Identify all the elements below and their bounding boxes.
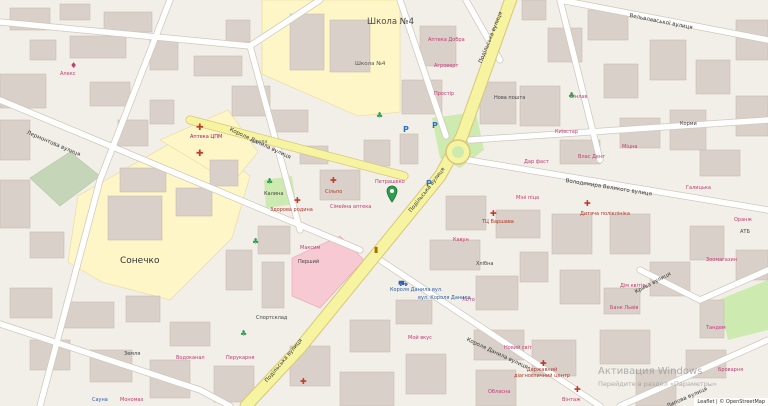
poi-zdorova[interactable]: Здорова родина <box>270 207 313 214</box>
poi-dim-kvitiv[interactable]: Дім квітів <box>620 283 645 290</box>
tree-icon-5: ♣ <box>568 91 576 100</box>
poi-kavun[interactable]: Кавун <box>453 237 469 244</box>
poi-atb[interactable]: АТБ <box>740 229 750 236</box>
poi-dytyacha[interactable]: Дитяча поліклініка <box>580 211 630 218</box>
poi-bus-stop[interactable]: Короля Данила вул. <box>390 287 443 294</box>
parking-icon-3[interactable]: P <box>426 180 432 188</box>
poi-novyi-svit[interactable]: Новий світ <box>504 345 532 352</box>
poi-zoomagazyn[interactable]: Зоомагазин <box>706 257 737 264</box>
windows-activation-subtitle: Перейдите в раздел «Параметры» <box>598 380 717 388</box>
poi-derzh-diagnostic[interactable]: Державний діагностичний центр <box>512 367 572 379</box>
poi-hlibna[interactable]: Хлібна <box>476 261 493 268</box>
poi-pershyi[interactable]: Перший <box>298 259 319 266</box>
bus-icon[interactable]: ⛟ <box>398 280 408 288</box>
poi-apteka-dobr[interactable]: Аптека Добра <box>428 37 465 44</box>
poi-mitsna[interactable]: Міцна <box>622 144 637 151</box>
poi-oblasna[interactable]: Обласна <box>488 389 510 396</box>
school-4-small-label: Школа №4 <box>355 61 386 67</box>
windows-activation-title: Активация Windows <box>598 366 703 377</box>
parking-icon[interactable]: P <box>432 122 438 130</box>
poi-maksym[interactable]: Максим <box>300 245 320 252</box>
pharmacy-icon[interactable]: ✚ <box>196 124 204 133</box>
tree-icon-3: ♣ <box>240 329 248 338</box>
poi-mini-piz[interactable]: Міні піца <box>516 195 539 202</box>
location-pin-icon[interactable] <box>386 185 398 203</box>
doctor-icon-3[interactable]: ✚ <box>540 360 547 368</box>
poi-sauna[interactable]: Сауна <box>92 397 108 404</box>
pharmacy-icon-3[interactable]: ✚ <box>330 177 337 185</box>
poi-galytska[interactable]: Галицька <box>686 185 711 192</box>
pharmacy-icon-4[interactable]: ✚ <box>294 197 301 205</box>
poi-brovarnya[interactable]: Броварня <box>718 367 743 374</box>
poi-kormy[interactable]: Корми <box>680 121 697 128</box>
tree-icon-4: ♣ <box>266 177 274 186</box>
poi-bukva[interactable]: Буква <box>252 139 267 146</box>
bus-stop-icon[interactable]: ▮ <box>374 246 378 254</box>
poi-kyivstar[interactable]: Київстар <box>555 129 578 136</box>
poi-prostir[interactable]: Простір <box>434 91 454 98</box>
poi-kalyna[interactable]: Калина <box>264 191 283 198</box>
pharmacy-icon-5[interactable]: ✚ <box>490 210 497 218</box>
poi-nova-poshta[interactable]: Нова пошта <box>494 95 525 102</box>
poi-silpo[interactable]: Сільпо <box>325 189 342 196</box>
sonechko-label: Сонечко <box>120 256 160 266</box>
poi-aptech[interactable]: Аптека ЦПМ <box>190 134 222 141</box>
poi-agrovert[interactable]: Агроверт <box>434 63 458 70</box>
tree-icon-2: ♣ <box>252 237 260 246</box>
poi-vodokanal[interactable]: Водоканал <box>176 355 205 362</box>
poi-avtovokzal[interactable]: вул. Короля Данила <box>418 295 471 302</box>
pharmacy-icon-2[interactable]: ✚ <box>196 150 204 159</box>
shop-icon[interactable]: ♦ <box>70 62 77 70</box>
poi-simeyna[interactable]: Сімейна аптека <box>330 204 371 211</box>
map-attribution[interactable]: Leaflet | © OpenStreetMap <box>694 398 768 406</box>
poi-vlas-dental[interactable]: Влас Дент <box>578 154 605 161</box>
poi-monomakh[interactable]: Мономах <box>120 397 144 404</box>
poi-oranj[interactable]: Оранж <box>734 217 752 224</box>
poi-zemlya[interactable]: Земля <box>124 351 140 358</box>
poi-moy-vkus[interactable]: Мой вкус <box>408 335 432 342</box>
school-4-label: Школа №4 <box>367 17 415 27</box>
doctor-icon[interactable]: ✚ <box>300 378 307 386</box>
doctor-icon-2[interactable]: ✚ <box>574 386 581 394</box>
poi-sportsklad[interactable]: Спортсклад <box>256 315 287 322</box>
pharmacy-icon-6[interactable]: ✚ <box>584 200 591 208</box>
poi-tsum[interactable]: ТЦ Варшава <box>482 219 514 226</box>
poi-alex[interactable]: Алекс <box>60 71 75 78</box>
poi-tandem[interactable]: Тандем <box>706 325 726 332</box>
poi-perukarnya[interactable]: Перукарня <box>226 355 255 362</box>
parking-icon-2[interactable]: P <box>403 126 409 134</box>
poi-bank[interactable]: Банк Львів <box>610 305 638 312</box>
poi-vintage[interactable]: Вінтаж <box>562 397 581 404</box>
map-view[interactable]: Школа №4 Школа №4 Сонечко Лермонтова вул… <box>0 0 768 406</box>
poi-dary-fast[interactable]: Дар фаст <box>524 159 549 166</box>
tree-icon: ♣ <box>376 111 384 120</box>
